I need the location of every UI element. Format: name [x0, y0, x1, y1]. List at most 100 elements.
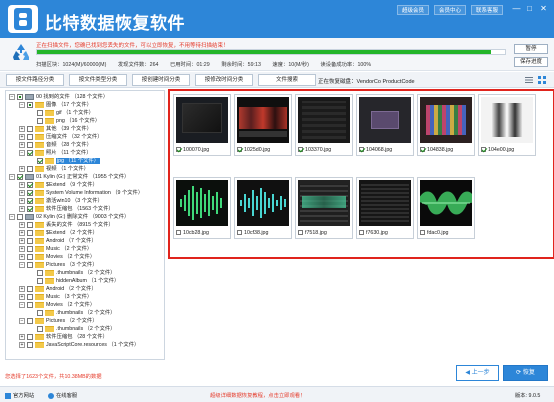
folder-icon	[35, 221, 44, 228]
tree-node[interactable]: − Pictures （2 个文件）	[19, 317, 98, 325]
file-thumbnail[interactable]: f7630.jpg	[356, 177, 414, 239]
stat-success-rate: 读设备成功率：100%	[320, 62, 372, 68]
chat-icon	[48, 392, 54, 399]
file-checkbox[interactable]	[420, 230, 425, 236]
website-link[interactable]: 官方网站	[5, 391, 34, 399]
tree-node[interactable]: + 其他 （39 个文件）	[19, 125, 92, 133]
folder-icon	[35, 125, 44, 132]
app-logo-icon	[8, 5, 38, 33]
file-preview	[237, 180, 289, 226]
tab-by-path[interactable]: 按文件路径分类	[6, 74, 64, 86]
tree-node[interactable]: − 图像 （17 个文件）	[19, 101, 92, 109]
tree-node[interactable]: + $Extend （2 个文件）	[19, 229, 98, 237]
folder-icon	[45, 277, 54, 284]
grid-view-icon[interactable]	[538, 76, 546, 84]
online-support-link[interactable]: 在线客服	[48, 391, 77, 399]
tree-node[interactable]: + Music （2 个文件）	[19, 245, 92, 253]
tab-file-search[interactable]: 文件搜索	[258, 74, 316, 86]
list-view-icon[interactable]	[525, 76, 533, 84]
scan-message: 正在扫描文件，您确已找到您丢失的文件，可以立即恢复，不用等待扫描结束！	[36, 43, 229, 49]
tree-node[interactable]: −02 Kylin (G:) 删除文件 （9003 个文件）	[9, 213, 129, 221]
recover-button[interactable]: ⟳ 恢复	[503, 365, 548, 381]
file-checkbox[interactable]	[481, 147, 486, 153]
close-button[interactable]: ✕	[539, 4, 548, 14]
tree-node[interactable]: .thumbnails （2 个文件）	[37, 309, 115, 317]
tree-node[interactable]: + 音频 （28 个文件）	[19, 141, 92, 149]
file-checkbox[interactable]	[298, 230, 303, 236]
file-checkbox[interactable]	[359, 147, 364, 153]
tree-node[interactable]: .thumbnails （2 个文件）	[37, 269, 115, 277]
tab-by-create-time[interactable]: 按创建时间分类	[132, 74, 190, 86]
file-name: f7630.jpg	[366, 230, 388, 236]
file-thumbnail[interactable]: 103370.jpg	[295, 94, 353, 156]
stat-elapsed: 已用时间：01:29	[169, 62, 210, 68]
pause-button[interactable]: 暂停	[514, 44, 548, 54]
maximize-button[interactable]: □	[525, 4, 534, 14]
stat-remaining: 剩余时间：59:13	[221, 62, 261, 68]
tree-node[interactable]: .thumbnails （2 个文件）	[37, 325, 115, 333]
tab-by-type[interactable]: 按文件类型分类	[69, 74, 127, 86]
stat-found-files: 发现文件数：264	[117, 62, 159, 68]
tree-node[interactable]: + 压缩文件 （32 个文件）	[19, 133, 103, 141]
file-checkbox[interactable]	[359, 230, 364, 236]
file-checkbox[interactable]	[237, 147, 242, 153]
file-thumbnail[interactable]: 10cf38.jpg	[234, 177, 292, 239]
minimize-button[interactable]: —	[512, 4, 521, 14]
tree-node[interactable]: gif （1 个文件）	[37, 109, 94, 117]
tree-node[interactable]: −01 Kylin (G:) 正常文件 （1955 个文件）	[9, 173, 129, 181]
tree-node[interactable]: + 激活win10 （3 个文件）	[19, 197, 103, 205]
file-preview	[176, 180, 228, 226]
tree-node-selected[interactable]: jpg （11 个文件）	[37, 157, 100, 165]
tree-node[interactable]: + Music （3 个文件）	[19, 293, 92, 301]
file-thumbnail[interactable]: 1025d0.jpg	[234, 94, 292, 156]
file-name: 103370.jpg	[305, 147, 332, 153]
status-bar: 官方网站 在线客服 超级详细数据恢复教程，点击立即观看！ 版本: 9.0.5	[0, 386, 554, 402]
file-thumbnail[interactable]: 104838.jpg	[417, 94, 475, 156]
tree-node[interactable]: + Android （2 个文件）	[19, 285, 97, 293]
member-center-button[interactable]: 会员中心	[434, 5, 467, 15]
super-member-button[interactable]: 超级会员	[397, 5, 430, 15]
file-thumbnail[interactable]: fdac0.jpg	[417, 177, 475, 239]
tree-node[interactable]: − Movies （2 个文件）	[19, 301, 95, 309]
title-bar: 比特数据恢复软件 超级会员 会员中心 联系客服 — □ ✕	[0, 0, 554, 38]
tab-bar: 按文件路径分类 按文件类型分类 按创建时间分类 按修改时间分类 文件搜索 正在恢…	[0, 72, 554, 88]
folder-icon	[35, 133, 44, 140]
tree-node[interactable]: + 丢失的文件 （8915 个文件）	[19, 221, 114, 229]
file-preview	[359, 180, 411, 226]
file-thumbnail[interactable]: 100070.jpg	[173, 94, 231, 156]
tree-node[interactable]: hiddenAlbum （1 个文件）	[37, 277, 119, 285]
folder-icon	[35, 181, 44, 188]
file-preview	[420, 97, 472, 143]
tree-node[interactable]: png （16 个文件）	[37, 117, 100, 125]
file-checkbox[interactable]	[420, 147, 425, 153]
tree-node[interactable]: − Pictures （3 个文件）	[19, 261, 98, 269]
file-thumbnail[interactable]: 104e00.jpg	[478, 94, 536, 156]
file-checkbox[interactable]	[176, 147, 181, 153]
tree-node[interactable]: −00 找到的文件 （128 个文件）	[9, 93, 108, 101]
tree-node[interactable]: + Android （7 个文件）	[19, 237, 97, 245]
folder-icon	[35, 261, 44, 268]
tree-node[interactable]: + Movies （2 个文件）	[19, 253, 95, 261]
file-thumbnail[interactable]: 10cb28.jpg	[173, 177, 231, 239]
folder-icon	[35, 205, 44, 212]
tree-node[interactable]: + 软件压缩包 （28 个文件）	[19, 333, 108, 341]
save-progress-button[interactable]: 保存进度	[514, 57, 548, 67]
tree-node[interactable]: + System Volume Information （9 个文件）	[19, 189, 143, 197]
tree-node[interactable]: + 视频 （1 个文件）	[19, 165, 89, 173]
tab-by-modify-time[interactable]: 按修改时间分类	[195, 74, 253, 86]
previous-step-button[interactable]: ◀ 上一步	[456, 365, 499, 381]
tutorial-promo-link[interactable]: 超级详细数据恢复教程，点击立即观看！	[210, 391, 305, 399]
file-checkbox[interactable]	[237, 230, 242, 236]
contact-support-button[interactable]: 联系客服	[471, 5, 504, 15]
file-checkbox[interactable]	[298, 147, 303, 153]
stat-scan-block: 扫描区块：1024(M)/60000(M)	[36, 62, 107, 68]
tree-node[interactable]: + JavaScriptCore.resources （1 个文件）	[19, 341, 139, 349]
file-thumbnail[interactable]: f7518.jpg	[295, 177, 353, 239]
tree-node[interactable]: + 软件压缩包 （1563 个文件）	[19, 205, 114, 213]
file-thumbnail[interactable]: 104068.jpg	[356, 94, 414, 156]
file-checkbox[interactable]	[176, 230, 181, 236]
tree-node[interactable]: − 照片 （11 个文件）	[19, 149, 92, 157]
tree-node[interactable]: + $Extend （9 个文件）	[19, 181, 98, 189]
folder-icon	[35, 245, 44, 252]
recovering-disk-label: 正在恢复磁盘：VendorCo ProductCode	[318, 79, 415, 85]
